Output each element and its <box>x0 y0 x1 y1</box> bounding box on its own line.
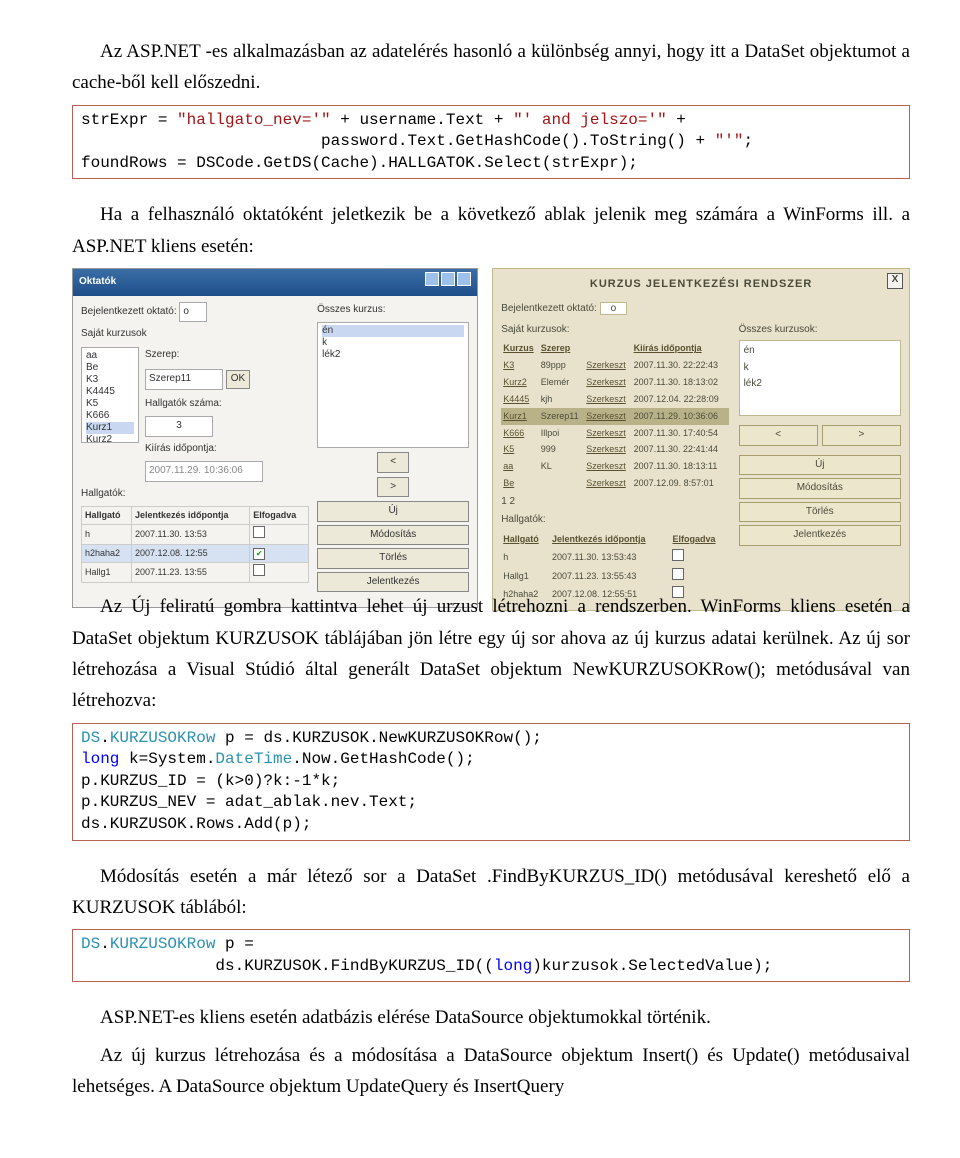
code3-l1c: KURZUSOKRow <box>110 935 216 953</box>
intro-paragraph-1: Az ASP.NET -es alkalmazásban az adatelér… <box>72 36 910 99</box>
code3-l2b: long <box>494 957 532 975</box>
asp-delete-button[interactable]: Törlés <box>739 502 901 523</box>
wf-modify-button[interactable]: Módosítás <box>317 525 469 546</box>
asp-title: KURZUS JELENTKEZÉSI RENDSZER <box>501 273 901 299</box>
paragraph-6: Az új kurzus létrehozása és a módosítása… <box>72 1040 910 1103</box>
asp-modify-button[interactable]: Módosítás <box>739 478 901 499</box>
aspnet-window: X KURZUS JELENTKEZÉSI RENDSZER Bejelentk… <box>492 268 910 611</box>
code-block-3: DS.KURZUSOKRow p = ds.KURZUSOK.FindByKUR… <box>72 929 910 982</box>
code2-l1b: . <box>100 729 110 747</box>
code1-l1b: "hallgato_nev='" <box>177 111 331 129</box>
wf-apply-button[interactable]: Jelentkezés <box>317 572 469 593</box>
code1-l1a: strExpr = <box>81 111 177 129</box>
wf-post-value: 2007.11.29. 10:36:06 <box>145 461 263 482</box>
paragraph-3: Az Új feliratú gombra kattintva lehet új… <box>72 591 910 716</box>
code3-l2: ds.KURZUSOK.FindByKURZUS_ID(( <box>81 957 494 975</box>
asp-pager[interactable]: 1 2 <box>501 494 728 511</box>
wf-delete-button[interactable]: Törlés <box>317 548 469 569</box>
wf-move-left-button[interactable]: < <box>377 452 409 473</box>
code2-l2d: .Now.GetHashCode(); <box>292 750 474 768</box>
code3-l1d: p = <box>215 935 263 953</box>
wf-all-label: Összes kurzus: <box>317 302 469 319</box>
code2-l1a: DS <box>81 729 100 747</box>
wf-move-right-button[interactable]: > <box>377 477 409 498</box>
code2-l2b: k=System. <box>119 750 215 768</box>
code2-l5: ds.KURZUSOK.Rows.Add(p); <box>81 815 311 833</box>
screenshots-row: Oktatók Bejelentkezett oktató: o Saját k… <box>72 268 910 615</box>
code-block-1: strExpr = "hallgato_nev='" + username.Te… <box>72 105 910 180</box>
paragraph-5: ASP.NET-es kliens esetén adatbázis eléré… <box>72 1002 910 1033</box>
asp-all-courses-list[interactable]: énklék2 <box>739 340 901 416</box>
code2-l4: p.KURZUS_NEV = adat_ablak.nev.Text; <box>81 793 417 811</box>
wf-own-label: Saját kurzusok <box>81 326 309 343</box>
wf-all-courses-list[interactable]: énklék2 <box>317 322 469 448</box>
wf-role-label: Szerep: <box>145 349 179 360</box>
wf-new-button[interactable]: Új <box>317 501 469 522</box>
winforms-window: Oktatók Bejelentkezett oktató: o Saját k… <box>72 268 478 608</box>
wf-own-courses-list[interactable]: aaBeK3K4445K5K666Kurz1Kurz2laelék <box>81 347 139 443</box>
wf-role-input[interactable]: Szerep11 <box>145 369 223 390</box>
code2-l2a: long <box>81 750 119 768</box>
code1-l3: foundRows = DSCode.GetDS(Cache).HALLGATO… <box>81 154 638 172</box>
wf-post-label: Kiírás időpontja: <box>145 443 217 454</box>
wf-count-value: 3 <box>145 416 213 437</box>
code3-l1b: . <box>100 935 110 953</box>
wf-students-label: Hallgatók: <box>81 486 309 503</box>
intro-paragraph-2: Ha a felhasználó oktatóként jeletkezik b… <box>72 199 910 262</box>
asp-move-left-button[interactable]: < <box>739 425 818 446</box>
wf-students-table[interactable]: HallgatóJelentkezés időpontjaElfogadvah2… <box>81 506 309 582</box>
code2-l3: p.KURZUS_ID = (k>0)?k:-1*k; <box>81 772 340 790</box>
asp-all-label: Összes kurzusok: <box>739 322 901 339</box>
code1-l1d: "' and jelszo='" <box>513 111 667 129</box>
winforms-window-buttons[interactable] <box>423 272 471 293</box>
asp-new-button[interactable]: Új <box>739 455 901 476</box>
code-block-2: DS.KURZUSOKRow p = ds.KURZUSOK.NewKURZUS… <box>72 723 910 841</box>
code2-l2c: DateTime <box>215 750 292 768</box>
paragraph-4: Módosítás esetén a már létező sor a Data… <box>72 861 910 924</box>
wf-ok-button[interactable]: OK <box>226 370 250 389</box>
asp-move-right-button[interactable]: > <box>822 425 901 446</box>
wf-logged-label: Bejelentkezett oktató: <box>81 306 177 317</box>
wf-logged-input[interactable]: o <box>179 302 207 323</box>
code1-l2b: "'" <box>715 132 744 150</box>
code2-l1c: KURZUSOKRow <box>110 729 216 747</box>
wf-count-label: Hallgatók száma: <box>145 398 222 409</box>
asp-close-button[interactable]: X <box>887 273 903 289</box>
asp-logged-input[interactable]: o <box>600 302 628 315</box>
winforms-titlebar: Oktatók <box>73 269 477 296</box>
asp-apply-button[interactable]: Jelentkezés <box>739 525 901 546</box>
code1-l1c: + username.Text + <box>331 111 513 129</box>
code3-l2c: )kurzusok.SelectedValue); <box>532 957 772 975</box>
code3-l1a: DS <box>81 935 100 953</box>
asp-logged-label: Bejelentkezett oktató: <box>501 303 597 314</box>
code1-l2c: ; <box>744 132 754 150</box>
asp-own-label: Saját kurzusok: <box>501 322 728 339</box>
code1-l1e: + <box>667 111 696 129</box>
asp-students-label: Hallgatók: <box>501 512 728 529</box>
winforms-title-text: Oktatók <box>79 274 116 291</box>
code2-l1d: p = ds.KURZUSOK.NewKURZUSOKRow(); <box>215 729 541 747</box>
code1-l2a: password.Text.GetHashCode().ToString() + <box>81 132 715 150</box>
asp-own-courses-table[interactable]: KurzusSzerepKiírás időpontjaK389pppSzerk… <box>501 340 728 492</box>
